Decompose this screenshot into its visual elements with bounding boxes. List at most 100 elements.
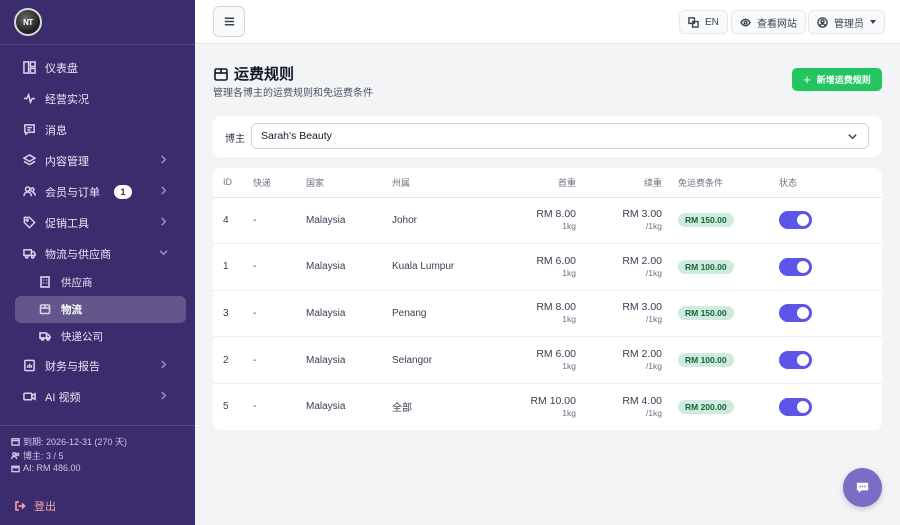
additional-weight-unit: /1kg	[645, 314, 662, 325]
chat-button[interactable]	[843, 468, 882, 507]
sidebar-item-logistics-suppliers[interactable]: 物流与供应商	[0, 238, 195, 269]
additional-weight-price: RM 4.00	[622, 394, 662, 407]
status-toggle[interactable]	[779, 351, 812, 370]
column-header-id[interactable]: ID	[213, 168, 253, 198]
sidebar-item-members-orders[interactable]: 会员与订单 1	[0, 176, 195, 207]
menu-toggle-button[interactable]	[213, 6, 245, 37]
blogger-select[interactable]: Sarah's Beauty	[251, 123, 869, 149]
column-header-free-shipping[interactable]: 免运费条件	[662, 168, 779, 198]
logout-button[interactable]: 登出	[14, 498, 56, 514]
table-row[interactable]: 5 - Malaysia 全部 RM 10.00 1kg RM 4.00/1kg …	[213, 383, 882, 430]
cell-id: 5	[223, 401, 229, 413]
free-shipping-badge: RM 200.00	[678, 399, 734, 414]
cell-state: 全部	[392, 403, 412, 415]
cell-state: Penang	[392, 290, 502, 338]
sidebar-subitem-couriers[interactable]: 快递公司	[15, 323, 186, 350]
language-switch-button[interactable]: EN	[679, 10, 728, 34]
expiry-info: 到期: 2026-12-31 (270 天)	[11, 435, 127, 448]
cell-country: Malaysia	[306, 197, 392, 245]
sidebar-item-label: 经营实况	[45, 93, 89, 106]
admin-menu-button[interactable]: 管理员	[808, 10, 885, 34]
blogger-filter: 博主 Sarah's Beauty	[213, 116, 882, 157]
brand-logo[interactable]: NT	[14, 8, 42, 36]
box-icon	[214, 67, 228, 81]
first-weight-price: RM 8.00	[536, 301, 576, 314]
user-circle-icon	[817, 16, 828, 28]
building-icon	[39, 276, 52, 289]
cell-first-weight: RM 6.00 1kg	[502, 336, 576, 384]
column-header-additional-weight[interactable]: 续重	[576, 168, 662, 198]
cell-first-weight: RM 6.00 1kg	[502, 243, 576, 291]
cell-first-weight: RM 8.00 1kg	[502, 290, 576, 338]
status-toggle[interactable]	[779, 257, 812, 276]
main-content: 运费规则 管理各博主的运费规则和免运费条件 + 新增运费规则 博主 Sarah'…	[195, 44, 900, 525]
cell-express: -	[253, 243, 306, 291]
sidebar-item-label: AI 视频	[45, 391, 81, 404]
cell-additional-weight: RM 3.00/1kg	[576, 197, 662, 245]
blogger-count-info: 博主: 3 / 5	[11, 449, 64, 462]
sidebar-item-messages[interactable]: 消息	[0, 114, 195, 145]
wallet-icon	[11, 465, 20, 472]
additional-weight-price: RM 3.00	[622, 301, 662, 314]
additional-weight-price: RM 2.00	[622, 254, 662, 267]
dashboard-icon	[22, 61, 36, 75]
sidebar-item-content[interactable]: 内容管理	[0, 145, 195, 176]
status-toggle[interactable]	[779, 304, 812, 323]
add-shipping-rule-button[interactable]: + 新增运费规则	[792, 68, 882, 91]
activity-icon	[22, 92, 36, 106]
cell-free-shipping: RM 100.00	[662, 336, 779, 384]
cell-free-shipping: RM 150.00	[662, 197, 779, 245]
users-icon	[11, 452, 20, 460]
page-subtitle: 管理各博主的运费规则和免运费条件	[213, 88, 373, 99]
cell-additional-weight: RM 2.00/1kg	[576, 336, 662, 384]
sidebar-nav: 仪表盘 经营实况 消息 内容管理 会员与订单 1 促销工具 物流与供应商 供应商…	[0, 52, 195, 412]
sidebar-item-business-live[interactable]: 经营实况	[0, 83, 195, 114]
logout-icon	[15, 501, 26, 511]
table-row[interactable]: 1 - Malaysia Kuala Lumpur RM 6.00 1kg RM …	[213, 243, 882, 291]
column-header-first-weight[interactable]: 首重	[502, 168, 576, 198]
sidebar-subitem-logistics[interactable]: 物流	[15, 296, 186, 323]
table-row[interactable]: 3 - Malaysia Penang RM 8.00 1kg RM 3.00/1…	[213, 290, 882, 338]
first-weight-unit: 1kg	[562, 221, 576, 232]
chevron-right-icon	[159, 217, 169, 227]
message-icon	[22, 123, 36, 137]
view-site-button[interactable]: 查看网站	[731, 10, 806, 34]
cell-free-shipping: RM 150.00	[662, 290, 779, 338]
cell-status	[779, 336, 882, 384]
column-header-state[interactable]: 州属	[392, 168, 502, 198]
additional-weight-unit: /1kg	[645, 361, 662, 372]
cell-free-shipping: RM 100.00	[662, 243, 779, 291]
free-shipping-badge: RM 150.00	[678, 306, 734, 321]
cell-express: -	[253, 401, 257, 413]
sidebar: NT 仪表盘 经营实况 消息 内容管理 会员与订单 1 促销工具 物流与供应商 …	[0, 0, 195, 525]
free-shipping-badge: RM 150.00	[678, 213, 734, 228]
sidebar-subitem-label: 快递公司	[61, 331, 103, 343]
cell-free-shipping: RM 200.00	[662, 383, 779, 430]
status-toggle[interactable]	[779, 397, 812, 416]
cell-id: 4	[213, 197, 253, 245]
chevron-down-icon	[159, 248, 169, 258]
cell-express: -	[253, 290, 306, 338]
table-row[interactable]: 4 - Malaysia Johor RM 8.00 1kg RM 3.00/1k…	[213, 197, 882, 245]
column-header-country[interactable]: 国家	[306, 168, 392, 198]
sidebar-item-dashboard[interactable]: 仪表盘	[0, 52, 195, 83]
column-header-express[interactable]: 快递	[253, 168, 306, 198]
sidebar-item-promotions[interactable]: 促销工具	[0, 207, 195, 238]
sidebar-subitem-suppliers[interactable]: 供应商	[15, 269, 186, 296]
cell-country: Malaysia	[306, 243, 392, 291]
additional-weight-unit: /1kg	[645, 221, 662, 232]
top-bar: EN 查看网站 管理员	[195, 0, 900, 44]
chevron-right-icon	[159, 391, 169, 401]
cell-status	[779, 243, 882, 291]
cell-country: Malaysia	[306, 401, 346, 413]
first-weight-unit: 1kg	[562, 361, 576, 372]
cell-status	[779, 290, 882, 338]
column-header-status[interactable]: 状态	[779, 168, 882, 198]
additional-weight-unit: /1kg	[645, 407, 662, 418]
sidebar-item-ai-video[interactable]: AI 视频	[0, 381, 195, 412]
status-toggle[interactable]	[779, 211, 812, 230]
sidebar-item-finance-reports[interactable]: 财务与报告	[0, 350, 195, 381]
truck-icon	[22, 247, 36, 261]
table-row[interactable]: 2 - Malaysia Selangor RM 6.00 1kg RM 2.00…	[213, 336, 882, 384]
cell-country: Malaysia	[306, 336, 392, 384]
